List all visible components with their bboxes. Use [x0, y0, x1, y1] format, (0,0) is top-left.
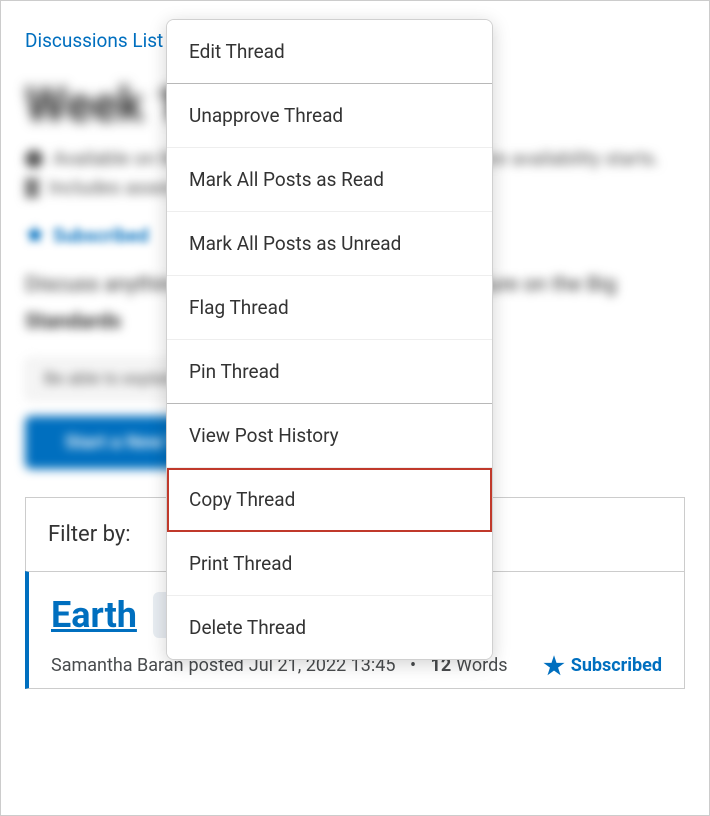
filter-label: Filter by:: [48, 522, 131, 547]
menu-item-pin-thread[interactable]: Pin Thread: [167, 340, 492, 404]
menu-item-mark-all-posts-as-unread[interactable]: Mark All Posts as Unread: [167, 212, 492, 276]
menu-item-delete-thread[interactable]: Delete Thread: [167, 596, 492, 659]
menu-item-mark-all-posts-as-read[interactable]: Mark All Posts as Read: [167, 148, 492, 212]
subscribed-indicator-top[interactable]: ★ Subscribed: [25, 223, 149, 248]
breadcrumb-link[interactable]: Discussions List: [25, 29, 163, 52]
menu-item-print-thread[interactable]: Print Thread: [167, 532, 492, 596]
subscribed-label: Subscribed: [571, 655, 662, 676]
menu-item-flag-thread[interactable]: Flag Thread: [167, 276, 492, 340]
menu-item-view-post-history[interactable]: View Post History: [167, 404, 492, 468]
star-icon: ★: [543, 652, 565, 680]
menu-item-copy-thread[interactable]: Copy Thread: [167, 468, 492, 532]
thread-author: Samantha Baran: [51, 655, 184, 676]
pin-icon: [25, 178, 39, 198]
menu-item-unapprove-thread[interactable]: Unapprove Thread: [167, 84, 492, 148]
thread-title-link[interactable]: Earth: [51, 594, 137, 636]
subscribed-label-top: Subscribed: [53, 224, 149, 247]
thread-actions-menu: Edit ThreadUnapprove ThreadMark All Post…: [166, 19, 493, 660]
clock-icon: [25, 150, 43, 168]
subscribed-badge[interactable]: ★ Subscribed: [543, 652, 662, 680]
star-icon: ★: [25, 223, 45, 248]
menu-item-edit-thread[interactable]: Edit Thread: [167, 20, 492, 84]
